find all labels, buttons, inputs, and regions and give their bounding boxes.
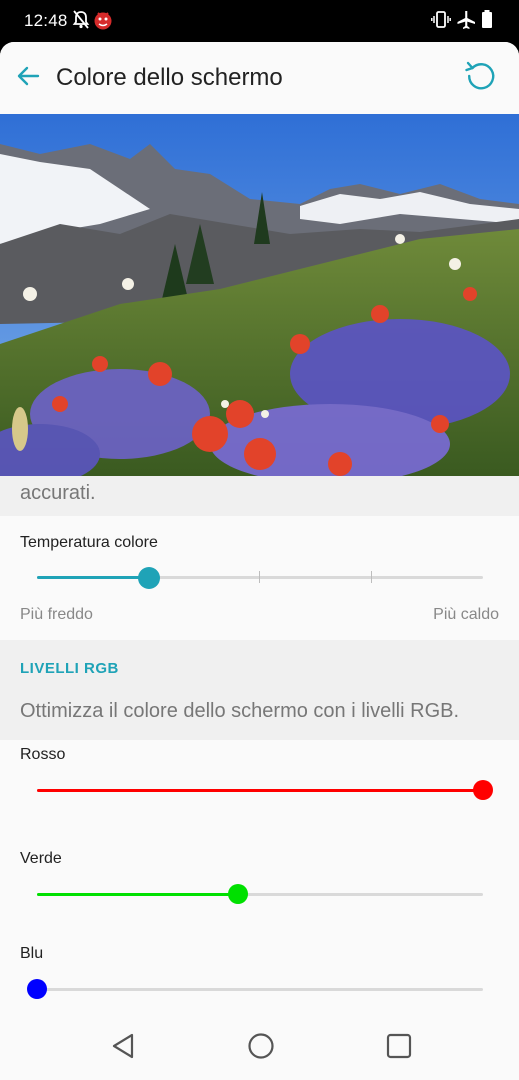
page-title: Colore dello schermo [56,64,283,91]
status-bar: 12:48 [0,0,519,42]
rgb-sliders: Rosso Verde Blu [0,740,519,1010]
nav-home-icon[interactable] [245,1030,277,1062]
battery-icon [482,10,492,28]
slider-tick [259,571,260,583]
rgb-levels-description: Ottimizza il colore dello schermo con i … [20,700,460,722]
green-slider-thumb[interactable] [227,884,248,904]
notifications-off-icon [72,10,90,29]
slider-tick [371,571,372,583]
blue-label: Blu [20,945,44,962]
blue-slider[interactable] [37,988,483,991]
mountain-wildflowers-photo [0,114,519,476]
description-tail-text: accurati. [20,482,96,504]
red-label: Rosso [20,746,66,763]
color-temperature-label: Temperatura colore [20,534,158,551]
green-label: Verde [20,850,62,867]
preview-image [0,114,519,476]
warmer-label: Più caldo [433,606,499,623]
airplane-mode-icon [457,11,475,29]
red-slider-thumb[interactable] [473,780,493,800]
rgb-levels-header: LIVELLI RGB Ottimizza il colore dello sc… [0,640,519,740]
red-slider-fill [37,789,483,792]
colder-label: Più freddo [20,606,93,623]
reset-icon[interactable] [462,57,500,95]
status-time: 12:48 [24,11,68,30]
navigation-bar [0,1010,519,1080]
blue-slider-thumb[interactable] [27,979,47,999]
color-temperature-fill [37,576,149,579]
display-color-screen: Colore dello schermo accurati. Temperatu… [0,42,519,1080]
app-notification-icon [94,12,112,30]
vibrate-icon [431,11,451,28]
nav-recents-icon[interactable] [383,1030,415,1062]
green-slider-fill [37,893,238,896]
nav-back-icon[interactable] [108,1030,140,1062]
color-temperature-thumb[interactable] [137,567,160,589]
toolbar: Colore dello schermo [0,42,519,114]
color-temperature-section: Temperatura colore Più freddo Più caldo [0,516,519,640]
rgb-levels-title: LIVELLI RGB [20,660,119,677]
arrow-left-icon[interactable] [12,59,46,93]
